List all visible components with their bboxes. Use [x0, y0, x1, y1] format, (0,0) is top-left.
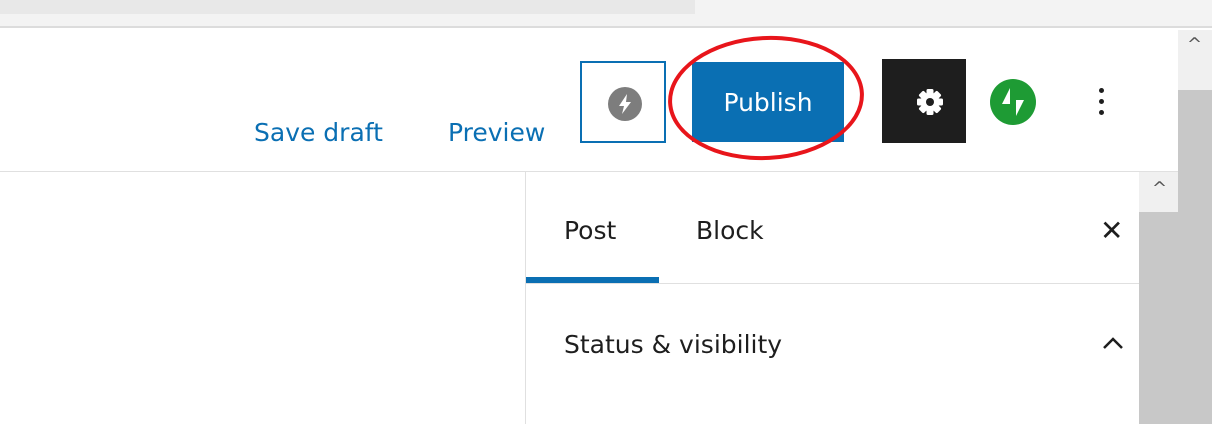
more-options-button[interactable]	[1086, 80, 1116, 124]
gear-icon	[917, 89, 943, 115]
page-scrollbar[interactable]: ^	[1178, 30, 1212, 424]
tab-post[interactable]: Post	[564, 216, 616, 245]
more-dot	[1098, 109, 1104, 115]
panel-title-status-visibility[interactable]: Status & visibility	[564, 330, 782, 359]
settings-sidebar: Post Block ✕ Status & visibility	[525, 172, 1140, 424]
chevron-up-icon[interactable]	[1100, 330, 1126, 358]
jetpack-icon[interactable]	[990, 79, 1036, 125]
settings-button[interactable]	[882, 59, 966, 143]
scroll-up-icon[interactable]: ^	[1187, 36, 1202, 54]
sidebar-scrollbar[interactable]: ^	[1139, 172, 1178, 424]
more-vertical-icon	[1098, 87, 1104, 93]
browser-address-area	[0, 0, 695, 14]
jetpack-boost-button[interactable]	[580, 61, 666, 143]
more-dot	[1098, 98, 1104, 104]
sidebar-scroll-up-icon[interactable]: ^	[1152, 180, 1167, 198]
preview-button[interactable]: Preview	[448, 118, 545, 147]
bolt-icon	[608, 87, 642, 121]
publish-button[interactable]: Publish	[692, 62, 844, 142]
tab-block[interactable]: Block	[696, 216, 764, 245]
close-icon[interactable]: ✕	[1100, 214, 1123, 247]
save-draft-button[interactable]: Save draft	[254, 118, 383, 147]
tabs-divider	[526, 283, 1140, 284]
browser-top-strip	[0, 0, 1212, 28]
